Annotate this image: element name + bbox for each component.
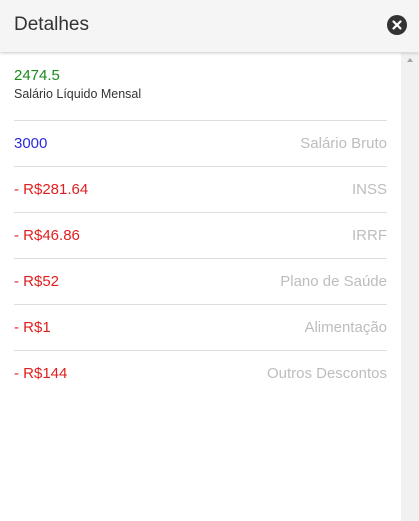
- details-panel: Detalhes 2474.5 Salário Líquido Mensal 3…: [0, 0, 419, 521]
- row-value: - R$46.86: [14, 227, 80, 244]
- row-label: Plano de Saúde: [280, 273, 387, 290]
- row-label: INSS: [351, 181, 387, 198]
- divider: [14, 166, 387, 167]
- row-label: Outros Descontos: [266, 365, 387, 382]
- divider: [14, 304, 387, 305]
- net-salary-label: Salário Líquido Mensal: [14, 87, 142, 101]
- row-label: Alimentação: [304, 319, 387, 336]
- row-food: - R$1 Alimentação: [14, 317, 387, 339]
- close-button[interactable]: [387, 15, 407, 35]
- net-salary-summary: 2474.5 Salário Líquido Mensal: [14, 67, 141, 102]
- divider: [14, 120, 387, 121]
- details-content: 2474.5 Salário Líquido Mensal 3000 Salár…: [0, 53, 401, 521]
- row-label: IRRF: [352, 227, 387, 244]
- row-value: 3000: [14, 135, 48, 152]
- row-other-deductions: - R$144 Outros Descontos: [14, 363, 387, 385]
- vertical-scrollbar[interactable]: [401, 53, 419, 521]
- row-value: - R$144: [14, 365, 68, 382]
- divider: [14, 212, 387, 213]
- row-value: - R$281.64: [14, 181, 89, 198]
- row-value: - R$52: [14, 273, 60, 290]
- scroll-up-arrow-icon[interactable]: [407, 58, 413, 62]
- row-irrf: - R$46.86 IRRF: [14, 225, 387, 247]
- row-value: - R$1: [14, 319, 51, 336]
- net-salary-value: 2474.5: [14, 67, 60, 84]
- row-gross-salary: 3000 Salário Bruto: [14, 133, 387, 155]
- close-icon: [392, 20, 402, 30]
- divider: [14, 258, 387, 259]
- row-health-plan: - R$52 Plano de Saúde: [14, 271, 387, 293]
- header-bar: Detalhes: [0, 0, 419, 52]
- row-inss: - R$281.64 INSS: [14, 179, 387, 201]
- divider: [14, 350, 387, 351]
- row-label: Salário Bruto: [300, 135, 387, 152]
- page-title: Detalhes: [14, 14, 89, 35]
